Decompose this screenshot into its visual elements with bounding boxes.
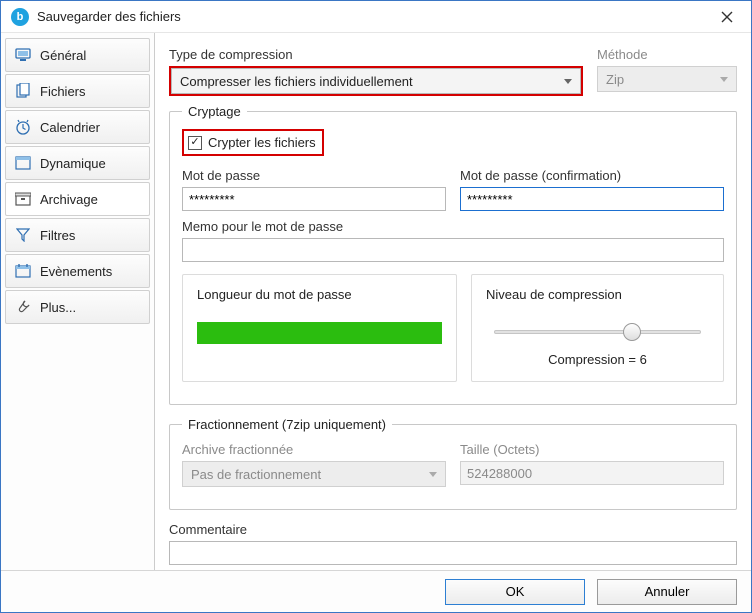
sidebar-item-more[interactable]: Plus... (5, 290, 150, 324)
sidebar-item-label: Filtres (40, 228, 75, 243)
sidebar-item-dynamic[interactable]: Dynamique (5, 146, 150, 180)
checkmark-icon: ✓ (188, 136, 202, 150)
password-strength-box: Longueur du mot de passe (182, 274, 457, 382)
compression-level-slider[interactable] (494, 322, 701, 342)
close-icon (721, 11, 733, 23)
compression-type-select[interactable]: Compresser les fichiers individuellement (171, 68, 581, 94)
clock-icon (14, 119, 32, 135)
compression-type-value: Compresser les fichiers individuellement (180, 74, 413, 89)
split-size-input (460, 461, 724, 485)
comment-label: Commentaire (169, 522, 737, 537)
password-label: Mot de passe (182, 168, 446, 183)
cancel-button[interactable]: Annuler (597, 579, 737, 605)
window-icon (14, 155, 32, 171)
sidebar-item-files[interactable]: Fichiers (5, 74, 150, 108)
compression-level-label: Niveau de compression (486, 287, 709, 302)
compression-level-value: Compression = 6 (486, 352, 709, 367)
split-legend: Fractionnement (7zip uniquement) (182, 417, 392, 432)
calendar-icon (14, 263, 32, 279)
password-memo-label: Memo pour le mot de passe (182, 219, 724, 234)
sidebar-item-label: Dynamique (40, 156, 106, 171)
sidebar-item-label: Général (40, 48, 86, 63)
wrench-icon (14, 299, 32, 315)
encrypt-files-label: Crypter les fichiers (208, 135, 316, 150)
split-group: Fractionnement (7zip uniquement) Archive… (169, 417, 737, 510)
confirm-password-input[interactable] (460, 187, 724, 211)
sidebar-item-label: Evènements (40, 264, 112, 279)
sidebar: Général Fichiers Calendrier Dynamique Ar… (1, 33, 155, 570)
sidebar-item-label: Plus... (40, 300, 76, 315)
files-icon (14, 83, 32, 99)
archive-icon (14, 191, 32, 207)
slider-thumb-icon (623, 323, 641, 341)
comment-input[interactable] (169, 541, 737, 565)
password-input[interactable] (182, 187, 446, 211)
monitor-icon (14, 47, 32, 63)
encryption-group: Cryptage ✓ Crypter les fichiers Mot de p… (169, 104, 737, 405)
password-memo-input[interactable] (182, 238, 724, 262)
sidebar-item-label: Archivage (40, 192, 98, 207)
split-archive-value: Pas de fractionnement (191, 467, 321, 482)
footer: OK Annuler (1, 570, 751, 612)
filter-icon (14, 227, 32, 243)
compression-method-label: Méthode (597, 47, 737, 62)
sidebar-item-label: Calendrier (40, 120, 100, 135)
encrypt-files-checkbox[interactable]: ✓ Crypter les fichiers (184, 131, 322, 154)
content-area: Type de compression Compresser les fichi… (155, 33, 751, 570)
sidebar-item-filters[interactable]: Filtres (5, 218, 150, 252)
password-strength-bar (197, 322, 442, 344)
password-strength-label: Longueur du mot de passe (197, 287, 442, 302)
compression-method-select: Zip (597, 66, 737, 92)
compression-type-label: Type de compression (169, 47, 583, 62)
sidebar-item-calendar[interactable]: Calendrier (5, 110, 150, 144)
sidebar-item-events[interactable]: Evènements (5, 254, 150, 288)
split-size-label: Taille (Octets) (460, 442, 724, 457)
encryption-legend: Cryptage (182, 104, 247, 119)
compression-method-value: Zip (606, 72, 624, 87)
app-icon: b (11, 8, 29, 26)
confirm-password-label: Mot de passe (confirmation) (460, 168, 724, 183)
sidebar-item-archiving[interactable]: Archivage (5, 182, 150, 216)
compression-level-box: Niveau de compression Compression = 6 (471, 274, 724, 382)
sidebar-item-general[interactable]: Général (5, 38, 150, 72)
window-title: Sauvegarder des fichiers (37, 9, 713, 24)
sidebar-item-label: Fichiers (40, 84, 86, 99)
close-button[interactable] (713, 5, 741, 29)
ok-button[interactable]: OK (445, 579, 585, 605)
split-archive-select: Pas de fractionnement (182, 461, 446, 487)
split-archive-label: Archive fractionnée (182, 442, 446, 457)
titlebar: b Sauvegarder des fichiers (1, 1, 751, 33)
